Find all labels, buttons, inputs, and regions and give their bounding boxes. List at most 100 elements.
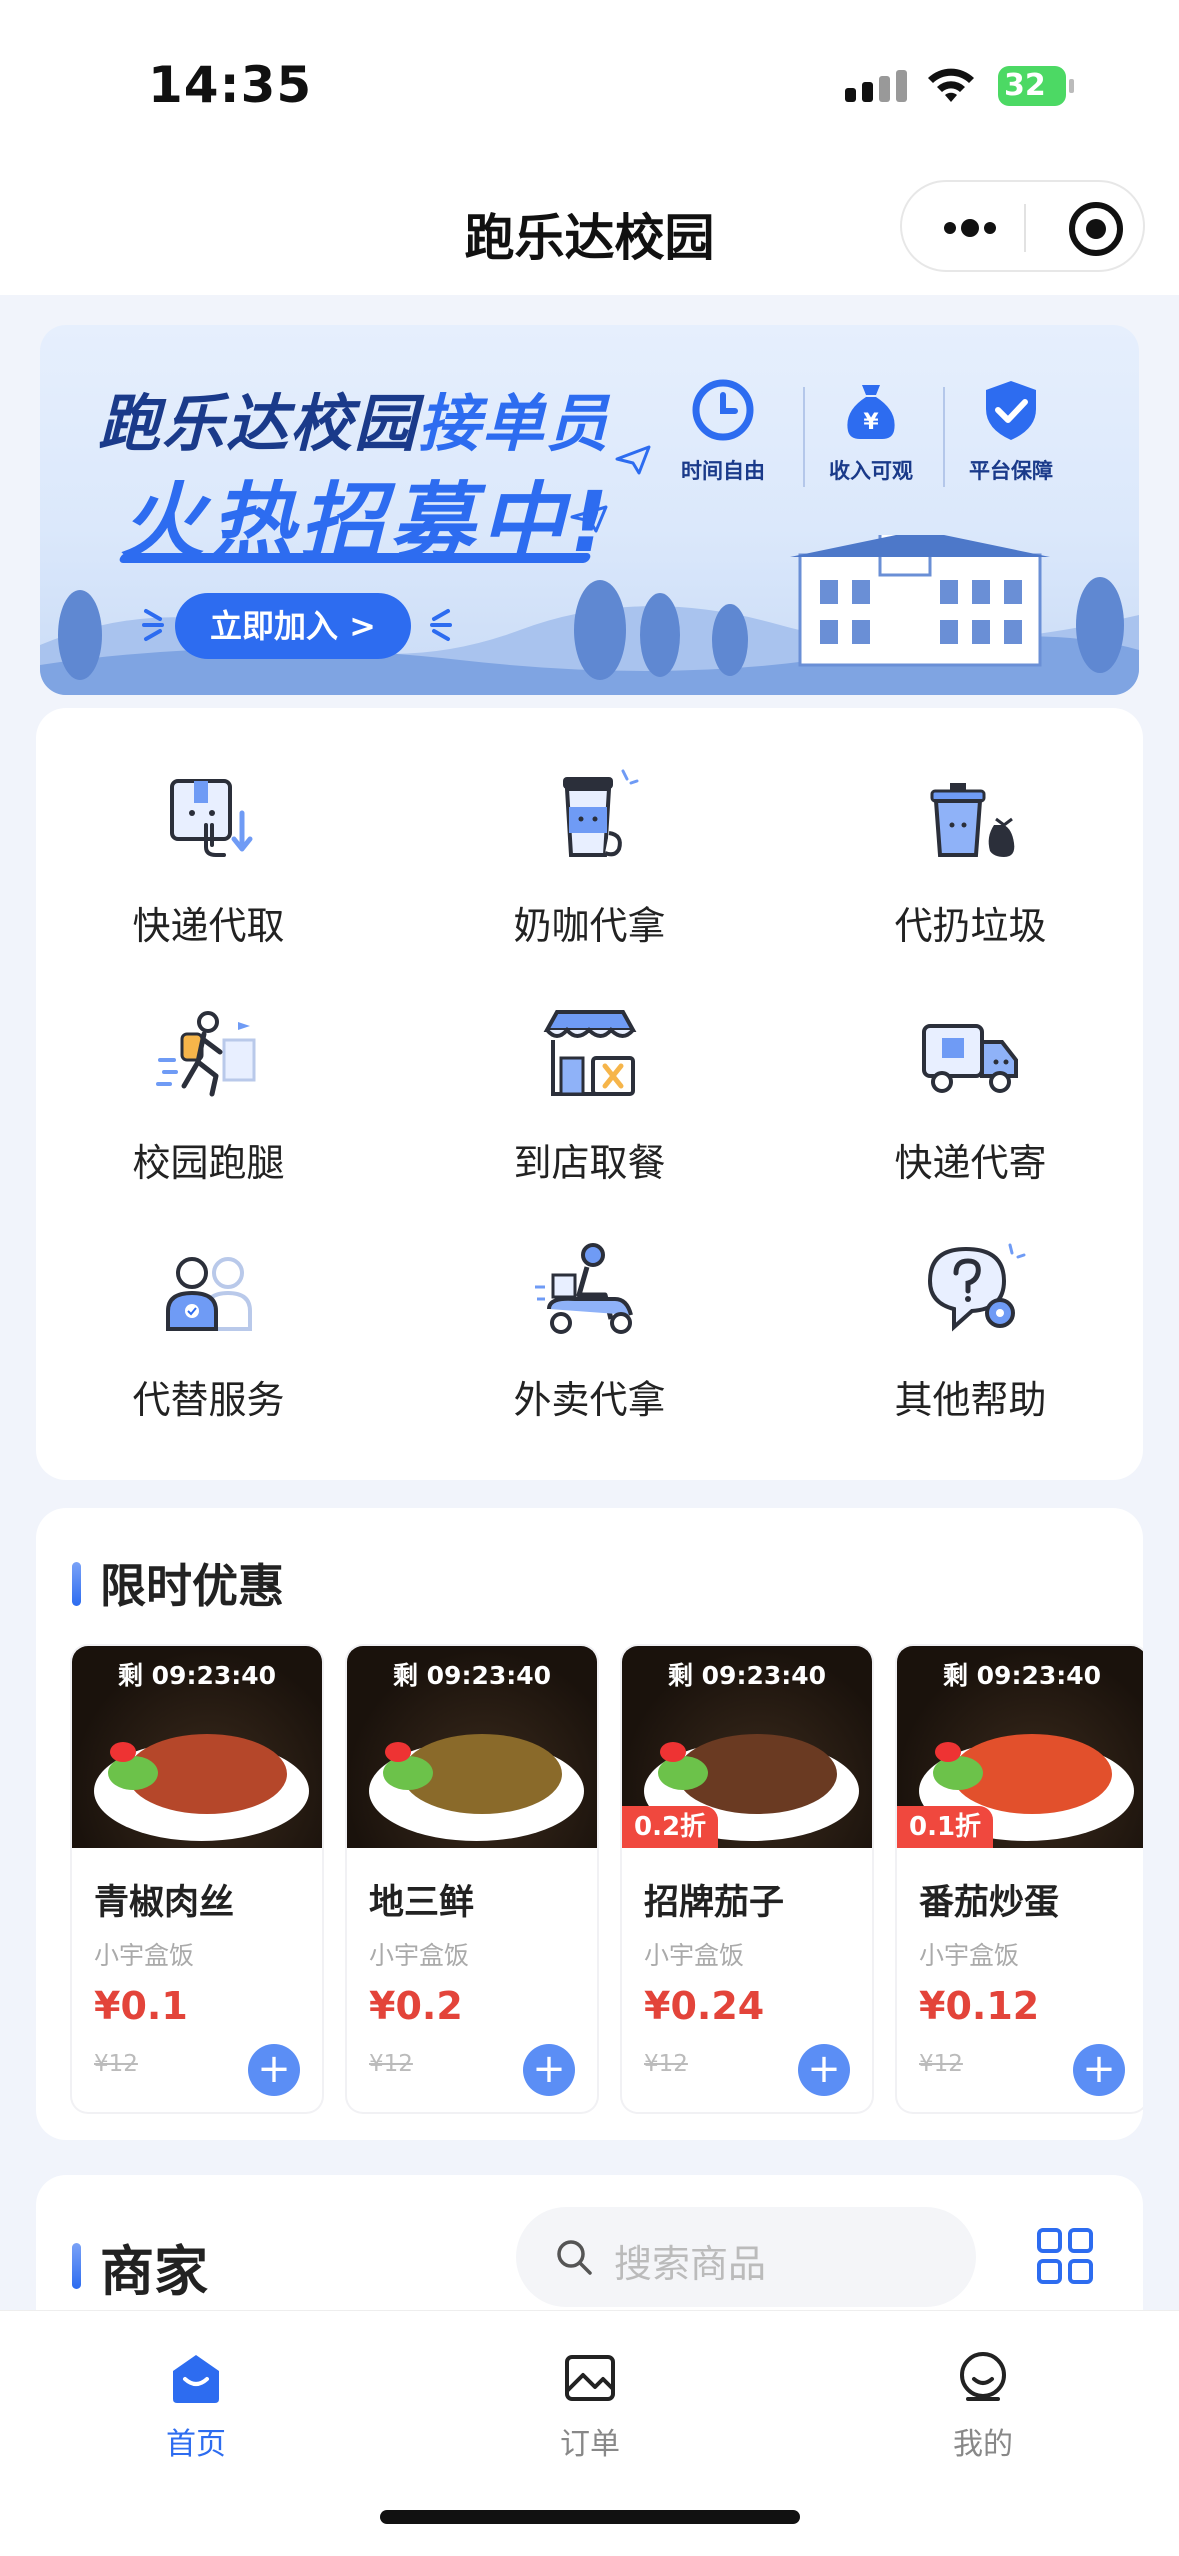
deal-card[interactable]: 剩 09:23:40 0.1折 番茄炒蛋 小宇盒饭 ¥0.12 ¥12 + (897, 1646, 1143, 2112)
add-to-cart-button[interactable]: + (248, 2044, 300, 2096)
runner-icon (155, 1011, 255, 1097)
banner-title: 跑乐达校园接单员 (98, 387, 611, 460)
deal-photo: 剩 09:23:40 (72, 1646, 322, 1848)
paper-plane-icon (570, 505, 608, 533)
deal-original-price: ¥12 (644, 2051, 688, 2077)
sparkle-right-icon (430, 609, 452, 641)
deal-photo: 剩 09:23:40 0.1折 (897, 1646, 1143, 1848)
feature-guarantee: 平台保障 (956, 367, 1066, 499)
substitute-person-icon (165, 1257, 252, 1331)
status-time: 14:35 (148, 56, 313, 114)
shield-check-icon (986, 381, 1036, 440)
feature-label: 时间自由 (681, 459, 765, 483)
profile-icon (960, 2352, 1006, 2401)
deal-photo: 剩 09:23:40 (347, 1646, 597, 1848)
service-send-package[interactable]: 快递代寄 (798, 945, 1143, 1185)
services-grid: 快递代取 奶咖代拿 代扔垃圾 校园跑腿 到店取餐 快递代寄 代替服务 外卖代拿 … (36, 708, 1143, 1480)
miniprogram-capsule (900, 180, 1145, 272)
service-takeout[interactable]: 外卖代拿 (417, 1182, 762, 1422)
more-icon[interactable] (940, 218, 1000, 238)
search-icon (557, 2240, 592, 2275)
storefront-icon (543, 1010, 636, 1096)
add-to-cart-button[interactable]: + (798, 2044, 850, 2096)
service-label: 快递代寄 (894, 1141, 1047, 1185)
feature-label: 平台保障 (969, 459, 1053, 483)
deal-original-price: ¥12 (369, 2051, 413, 2077)
banner-underline (118, 553, 592, 563)
recruitment-banner[interactable]: 跑乐达校园接单员 火热招募中! 立即加入 > 时间自由 ¥ 收入可观 平台保障 (40, 325, 1139, 695)
deal-timer: 剩 09:23:40 (392, 1661, 552, 1690)
paper-plane-icon (615, 445, 651, 475)
service-label: 代扔垃圾 (894, 904, 1047, 948)
service-label: 快递代取 (132, 904, 285, 948)
discount-badge: 0.2折 (622, 1806, 719, 1848)
scooter-delivery-icon (534, 1243, 633, 1334)
service-label: 奶咖代拿 (513, 904, 666, 948)
service-label: 到店取餐 (513, 1141, 666, 1185)
deal-price: ¥0.1 (94, 1984, 188, 2028)
search-input[interactable]: 搜索商品 (516, 2207, 976, 2307)
deal-card[interactable]: 剩 09:23:40 青椒肉丝 小宇盒饭 ¥0.1 ¥12 + (72, 1646, 322, 2112)
signal-icon (845, 70, 907, 102)
service-package-pickup[interactable]: 快递代取 (36, 708, 381, 948)
deals-title: 限时优惠 (72, 1550, 284, 1616)
wifi-icon (928, 68, 974, 102)
deal-original-price: ¥12 (919, 2051, 963, 2077)
feature-income: ¥ 收入可观 (816, 367, 926, 499)
deal-shop: 小宇盒饭 (644, 1941, 745, 1970)
limited-time-deals: 限时优惠 剩 09:23:40 青椒肉丝 小宇盒饭 ¥0.1 ¥12 + 剩 0… (36, 1508, 1143, 2140)
deal-original-price: ¥12 (94, 2051, 138, 2077)
service-label: 代替服务 (132, 1378, 285, 1422)
deal-price: ¥0.2 (369, 1984, 463, 2028)
tab-orders[interactable]: 订单 (490, 2337, 690, 2462)
service-coffee[interactable]: 奶咖代拿 (417, 708, 762, 948)
deal-card[interactable]: 剩 09:23:40 0.2折 招牌茄子 小宇盒饭 ¥0.24 ¥12 + (622, 1646, 872, 2112)
service-other-help[interactable]: 其他帮助 (798, 1182, 1143, 1422)
deal-shop: 小宇盒饭 (94, 1941, 195, 1970)
home-indicator (380, 2510, 800, 2524)
home-icon (173, 2355, 219, 2403)
battery-icon: 32 (998, 66, 1074, 106)
tab-label: 我的 (953, 2427, 1013, 2462)
grid-view-icon[interactable] (1036, 2227, 1094, 2285)
merchants-title: 商家 (72, 2227, 208, 2306)
delivery-truck-icon (921, 1024, 1018, 1093)
add-to-cart-button[interactable]: + (1073, 2044, 1125, 2096)
deal-name: 番茄炒蛋 (919, 1883, 1060, 1923)
money-bag-icon: ¥ (847, 385, 895, 439)
battery-level: 32 (998, 66, 1066, 106)
join-now-button[interactable]: 立即加入 > (175, 593, 411, 659)
deal-name: 招牌茄子 (644, 1883, 785, 1923)
tab-home[interactable]: 首页 (96, 2337, 296, 2462)
coffee-cup-icon (562, 769, 638, 857)
service-store-pickup[interactable]: 到店取餐 (417, 945, 762, 1185)
discount-badge: 0.1折 (897, 1806, 994, 1848)
feature-time-free: 时间自由 (668, 367, 778, 499)
deal-timer: 剩 09:23:40 (942, 1661, 1102, 1690)
deal-card[interactable]: 剩 09:23:40 地三鲜 小宇盒饭 ¥0.2 ¥12 + (347, 1646, 597, 2112)
deal-name: 青椒肉丝 (94, 1883, 235, 1923)
search-placeholder: 搜索商品 (614, 2242, 767, 2286)
deal-price: ¥0.12 (919, 1984, 1040, 2028)
deal-timer: 剩 09:23:40 (667, 1661, 827, 1690)
deal-price: ¥0.24 (644, 1984, 765, 2028)
help-gear-icon (927, 1243, 1025, 1332)
service-label: 其他帮助 (894, 1378, 1047, 1422)
service-label: 校园跑腿 (132, 1141, 285, 1185)
deal-shop: 小宇盒饭 (919, 1941, 1020, 1970)
svg-text:¥: ¥ (863, 410, 879, 435)
service-label: 外卖代拿 (513, 1378, 666, 1422)
package-pickup-icon (169, 779, 252, 857)
tab-label: 订单 (560, 2427, 620, 2462)
clock-icon (692, 379, 754, 441)
deal-timer: 剩 09:23:40 (117, 1661, 277, 1690)
tab-profile[interactable]: 我的 (883, 2337, 1083, 2462)
service-substitute[interactable]: 代替服务 (36, 1182, 381, 1422)
status-bar: 14:35 32 (0, 0, 1179, 170)
service-trash[interactable]: 代扔垃圾 (798, 708, 1143, 948)
service-errand[interactable]: 校园跑腿 (36, 945, 381, 1185)
deal-shop: 小宇盒饭 (369, 1941, 470, 1970)
orders-icon (565, 2355, 615, 2401)
add-to-cart-button[interactable]: + (523, 2044, 575, 2096)
close-miniprogram-icon[interactable] (1069, 202, 1123, 256)
